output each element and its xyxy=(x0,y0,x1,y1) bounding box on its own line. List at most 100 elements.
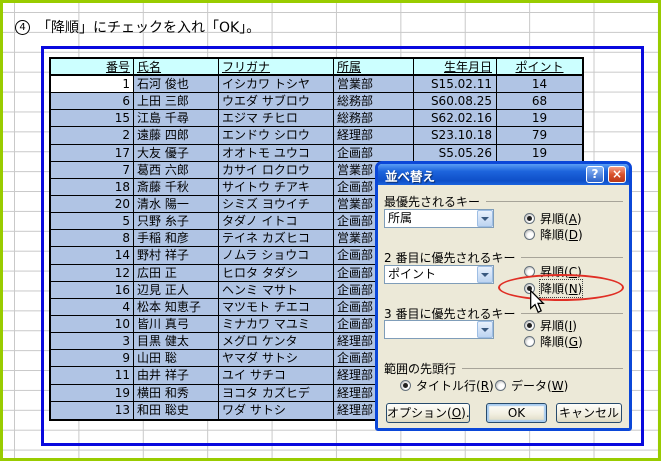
dropdown-arrow-icon[interactable] xyxy=(477,266,493,283)
table-cell[interactable]: シミズ ヨウイチ xyxy=(219,195,334,214)
column-header[interactable]: ポイント xyxy=(497,59,582,76)
table-cell[interactable]: 68 xyxy=(497,93,582,111)
column-header[interactable]: フリガナ xyxy=(219,59,334,76)
table-cell[interactable]: 広田 正 xyxy=(134,264,219,282)
table-cell[interactable]: ユイ サチコ xyxy=(219,367,334,385)
table-cell[interactable]: 16 xyxy=(51,281,134,299)
table-cell[interactable]: 2 xyxy=(51,127,134,145)
table-cell[interactable]: 11 xyxy=(51,367,134,385)
table-cell[interactable]: テイネ カズヒコ xyxy=(219,230,334,248)
column-header[interactable]: 番号 xyxy=(51,59,134,76)
table-cell[interactable]: 只野 糸子 xyxy=(134,213,219,231)
table-cell[interactable]: 9 xyxy=(51,350,134,368)
table-cell[interactable]: 企画部 xyxy=(334,144,414,162)
sort-key-3-dropdown[interactable] xyxy=(384,320,494,339)
table-cell[interactable]: 14 xyxy=(51,247,134,265)
table-cell[interactable]: 総務部 xyxy=(334,110,414,128)
sort3-descending-radio[interactable]: 降順(G) xyxy=(524,335,583,349)
table-cell[interactable]: ヘンミ マサト xyxy=(219,281,334,299)
table-cell[interactable]: 4 xyxy=(51,298,134,316)
table-cell[interactable]: メグロ ケンタ xyxy=(219,333,334,351)
table-cell[interactable]: イシカワ トシヤ xyxy=(219,76,334,94)
table-cell[interactable]: S15.02.11 xyxy=(414,76,497,94)
table-cell[interactable]: 8 xyxy=(51,230,134,248)
table-cell[interactable]: ワダ サトシ xyxy=(219,401,334,419)
table-cell[interactable]: タダノ イトコ xyxy=(219,213,334,231)
table-cell[interactable]: 目黒 健太 xyxy=(134,333,219,351)
table-cell[interactable]: マツモト チエコ xyxy=(219,298,334,316)
sort1-descending-radio[interactable]: 降順(D) xyxy=(524,228,583,242)
table-cell[interactable]: 山田 聡 xyxy=(134,350,219,368)
dialog-titlebar[interactable]: 並べ替え ? × xyxy=(378,164,629,185)
table-cell[interactable]: サイトウ チアキ xyxy=(219,178,334,196)
ok-button[interactable]: OK xyxy=(486,403,547,423)
table-cell[interactable]: 12 xyxy=(51,264,134,282)
section-label-text: 最優先されるキー xyxy=(384,195,481,209)
table-cell[interactable]: 6 xyxy=(51,93,134,111)
table-cell[interactable]: 営業部 xyxy=(334,76,414,94)
column-header[interactable]: 氏名 xyxy=(134,59,219,76)
table-cell[interactable]: S62.02.16 xyxy=(414,110,497,128)
table-cell[interactable]: 20 xyxy=(51,195,134,214)
table-cell[interactable]: S60.08.25 xyxy=(414,93,497,111)
dropdown-arrow-icon[interactable] xyxy=(477,321,493,338)
table-cell[interactable]: S23.10.18 xyxy=(414,127,497,145)
sort-key-1-dropdown[interactable]: 所属 xyxy=(384,209,494,228)
table-cell[interactable]: ヨコタ カズヒデ xyxy=(219,384,334,402)
table-cell[interactable]: ヤマダ サトシ xyxy=(219,350,334,368)
table-cell[interactable]: オオトモ ユウコ xyxy=(219,144,334,162)
table-cell[interactable]: 5 xyxy=(51,213,134,231)
table-cell[interactable]: ヒロタ タダシ xyxy=(219,264,334,282)
table-cell[interactable]: 清水 陽一 xyxy=(134,195,219,214)
table-cell[interactable]: ウエダ サブロウ xyxy=(219,93,334,111)
table-cell[interactable]: 14 xyxy=(497,76,582,94)
table-cell[interactable]: 19 xyxy=(51,384,134,402)
table-cell[interactable]: 皆川 真弓 xyxy=(134,315,219,334)
table-cell[interactable]: 17 xyxy=(51,144,134,162)
sort1-ascending-radio[interactable]: 昇順(A) xyxy=(524,212,582,226)
sort-key-2-dropdown[interactable]: ポイント xyxy=(384,265,494,284)
table-cell[interactable]: 松本 知恵子 xyxy=(134,298,219,316)
table-cell[interactable]: 3 xyxy=(51,333,134,351)
table-cell[interactable]: エジマ チヒロ xyxy=(219,110,334,128)
table-cell[interactable]: 79 xyxy=(497,127,582,145)
table-cell[interactable]: ミナカワ マユミ xyxy=(219,315,334,334)
table-cell[interactable]: 上田 三郎 xyxy=(134,93,219,111)
options-button[interactable]: オプション(O)... xyxy=(386,403,470,423)
table-cell[interactable]: エンドウ シロウ xyxy=(219,127,334,145)
table-cell[interactable]: 江島 千尋 xyxy=(134,110,219,128)
dropdown-arrow-icon[interactable] xyxy=(477,210,493,227)
column-header[interactable]: 所属 xyxy=(334,59,414,76)
table-cell[interactable]: 石河 俊也 xyxy=(134,76,219,94)
table-cell[interactable]: 19 xyxy=(497,144,582,162)
table-cell[interactable]: 和田 聡史 xyxy=(134,401,219,419)
table-cell[interactable]: 1 xyxy=(51,76,134,94)
column-header[interactable]: 生年月日 xyxy=(414,59,497,76)
title-row-radio[interactable]: タイトル行(R) xyxy=(400,379,494,393)
table-cell[interactable]: 7 xyxy=(51,161,134,179)
table-cell[interactable]: 総務部 xyxy=(334,93,414,111)
table-cell[interactable]: 葛西 六郎 xyxy=(134,161,219,179)
table-cell[interactable]: 野村 祥子 xyxy=(134,247,219,265)
table-cell[interactable]: 手稲 和彦 xyxy=(134,230,219,248)
table-cell[interactable]: 18 xyxy=(51,178,134,196)
table-cell[interactable]: S5.05.26 xyxy=(414,144,497,162)
table-cell[interactable]: 遠藤 四郎 xyxy=(134,127,219,145)
table-cell[interactable]: カサイ ロクロウ xyxy=(219,161,334,179)
table-cell[interactable]: 10 xyxy=(51,315,134,334)
table-cell[interactable]: 19 xyxy=(497,110,582,128)
table-cell[interactable]: 斎藤 千秋 xyxy=(134,178,219,196)
table-cell[interactable]: 辺見 正人 xyxy=(134,281,219,299)
data-row-radio[interactable]: データ(W) xyxy=(495,379,568,393)
table-cell[interactable]: 経理部 xyxy=(334,127,414,145)
cancel-button[interactable]: キャンセル xyxy=(556,403,622,423)
help-button[interactable]: ? xyxy=(586,166,604,183)
table-cell[interactable]: 大友 優子 xyxy=(134,144,219,162)
table-cell[interactable]: 13 xyxy=(51,401,134,419)
table-cell[interactable]: 由井 祥子 xyxy=(134,367,219,385)
table-cell[interactable]: 15 xyxy=(51,110,134,128)
table-cell[interactable]: 横田 和秀 xyxy=(134,384,219,402)
table-cell[interactable]: ノムラ ショウコ xyxy=(219,247,334,265)
sort3-ascending-radio[interactable]: 昇順(I) xyxy=(524,319,577,333)
close-icon[interactable]: × xyxy=(608,166,626,183)
